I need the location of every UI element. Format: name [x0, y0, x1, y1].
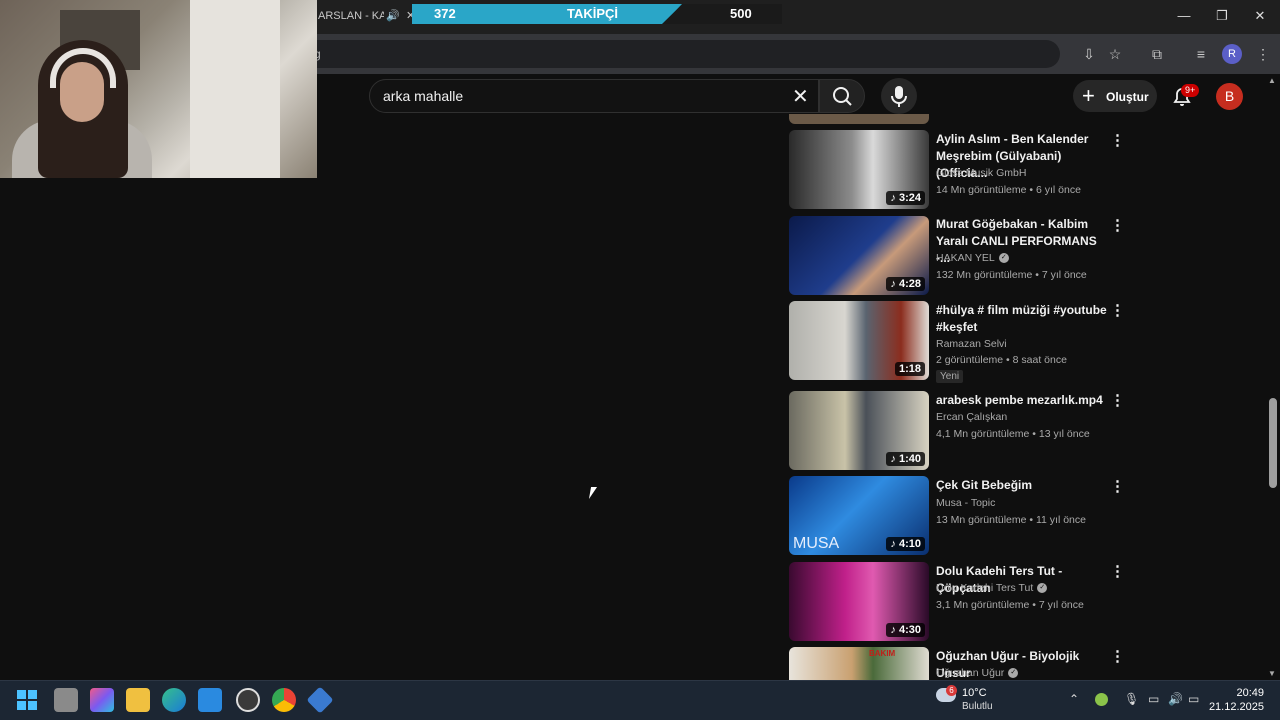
channel-name[interactable]: Ercan Çalışkan [936, 411, 1007, 423]
clear-search-icon[interactable]: ✕ [792, 84, 809, 109]
tray-overflow-icon[interactable]: ⌃ [1069, 692, 1079, 706]
restore-icon[interactable]: ❐ [1204, 6, 1240, 26]
verified-icon: ✓ [1008, 668, 1019, 679]
video-thumbnail[interactable]: 1:18 [789, 301, 929, 380]
more-actions-icon[interactable]: ⋮ [1110, 478, 1125, 496]
follower-label: TAKİPÇİ [567, 6, 619, 21]
channel-name[interactable]: Ramazan Selvi [936, 338, 1007, 350]
search-icon [833, 87, 852, 106]
video-duration: ♪ 4:30 [886, 623, 925, 637]
more-actions-icon[interactable]: ⋮ [1110, 392, 1125, 410]
extensions-icon[interactable]: ⧉ [1146, 43, 1168, 65]
video-thumbnail[interactable]: ♪ 4:30 [789, 562, 929, 641]
video-duration: ♪ 3:24 [886, 191, 925, 205]
file-explorer-icon[interactable] [126, 688, 150, 712]
create-button-label: Oluştur [1106, 90, 1149, 104]
video-thumbnail[interactable]: ♪ 1:40 [789, 391, 929, 470]
video-title[interactable]: arabesk pembe mezarlık.mp4 [936, 392, 1108, 409]
channel-name[interactable]: Oğuzhan Uğur ✓ [936, 667, 1019, 679]
user-avatar[interactable]: B [1216, 83, 1243, 110]
video-thumbnail[interactable]: ♪ 3:24 [789, 130, 929, 209]
plus-icon: + [1082, 83, 1095, 108]
video-duration: ♪ 4:10 [886, 537, 925, 551]
channel-name[interactable]: Musa - Topic [936, 497, 995, 509]
follower-current-count: 372 [434, 6, 456, 21]
more-actions-icon[interactable]: ⋮ [1110, 132, 1125, 150]
install-app-icon[interactable]: ⇩ [1078, 43, 1100, 65]
scroll-down-icon[interactable]: ▼ [1268, 669, 1276, 678]
video-thumbnail[interactable]: BAKIM [789, 647, 929, 680]
weather-badge: 6 [946, 685, 957, 696]
minimize-icon[interactable]: — [1166, 6, 1202, 26]
task-view-icon[interactable] [54, 688, 78, 712]
search-query-text: arka mahalle [383, 88, 464, 104]
clock-time[interactable]: 20:49 [1230, 687, 1264, 699]
scrollbar-thumb[interactable] [1269, 398, 1277, 488]
video-title[interactable]: Çek Git Bebeğim [936, 477, 1108, 494]
more-actions-icon[interactable]: ⋮ [1110, 563, 1125, 581]
taskbar [0, 680, 1280, 720]
search-button[interactable] [819, 79, 865, 113]
media-control-icon[interactable]: ≡ [1190, 43, 1212, 65]
channel-name[interactable]: HAKAN YEL ✓ [936, 252, 1009, 264]
chrome-icon[interactable] [272, 688, 296, 712]
new-badge: Yeni [936, 370, 964, 383]
video-meta: 13 Mn görüntüleme • 11 yıl önce [936, 514, 1086, 526]
address-bar[interactable] [300, 40, 1060, 68]
battery-icon[interactable]: ▭ [1188, 692, 1199, 706]
video-title[interactable]: #hülya # film müziği #youtube #keşfet [936, 302, 1108, 336]
thumbnail-text: MUSA [793, 535, 840, 552]
volume-icon[interactable]: 🔊 [1168, 692, 1183, 706]
clock-date[interactable]: 21.12.2025 [1204, 701, 1264, 713]
notification-count-badge: 9+ [1181, 84, 1200, 97]
microphone-tray-icon[interactable]: 🎙 [1124, 692, 1139, 706]
browser-menu-icon[interactable]: ⋮ [1252, 43, 1274, 65]
video-thumbnail[interactable]: ♪ 4:28 [789, 216, 929, 295]
video-duration: 1:18 [894, 362, 925, 376]
weather-description[interactable]: Bulutlu [962, 701, 993, 712]
video-duration: ♪ 1:40 [886, 452, 925, 466]
follower-goal-count: 500 [730, 6, 752, 21]
video-thumbnail[interactable]: MUSA ♪ 4:10 [789, 476, 929, 555]
more-actions-icon[interactable]: ⋮ [1110, 302, 1125, 320]
partial-thumbnail[interactable] [789, 114, 929, 124]
video-meta: 2 görüntüleme • 8 saat önce [936, 354, 1067, 366]
video-meta: 3,1 Mn görüntüleme • 7 yıl önce [936, 599, 1084, 611]
video-meta: 14 Mn görüntüleme • 6 yıl önce [936, 184, 1081, 196]
tab-title[interactable]: ARSLAN - KAR [318, 10, 384, 22]
obs-icon[interactable] [236, 688, 260, 712]
store-icon[interactable] [198, 688, 222, 712]
verified-icon: ✓ [998, 253, 1009, 264]
bookmark-star-icon[interactable]: ☆ [1104, 43, 1126, 65]
channel-name[interactable]: Gloss Musik GmbH [936, 167, 1026, 179]
microphone-icon [891, 86, 907, 107]
edge-icon[interactable] [162, 688, 186, 712]
browser-profile-avatar[interactable]: R [1222, 44, 1242, 64]
windows-start-icon[interactable] [16, 689, 38, 711]
scrollbar-track[interactable] [1266, 74, 1280, 680]
webcam-door [190, 0, 280, 178]
speaker-icon[interactable]: 🔊 [386, 9, 400, 22]
more-actions-icon[interactable]: ⋮ [1110, 648, 1125, 666]
webcam-overlay [0, 0, 317, 178]
follower-goal-overlay: 372 TAKİPÇİ 500 [412, 4, 782, 24]
tray-app-icon[interactable] [1095, 693, 1108, 706]
channel-name[interactable]: Dolu Kadehi Ters Tut ✓ [936, 582, 1048, 594]
video-duration: ♪ 4:28 [886, 277, 925, 291]
voice-search-button[interactable] [881, 78, 917, 114]
video-meta: 132 Mn görüntüleme • 7 yıl önce [936, 269, 1087, 281]
window-close-icon[interactable]: ✕ [1242, 6, 1278, 26]
scroll-up-icon[interactable]: ▲ [1268, 76, 1276, 85]
thumbnail-text: BAKIM [869, 649, 896, 658]
more-actions-icon[interactable]: ⋮ [1110, 217, 1125, 235]
copilot-icon[interactable] [90, 688, 114, 712]
weather-temperature[interactable]: 10°C [962, 687, 987, 699]
follower-goal-segment [662, 4, 782, 24]
verified-icon: ✓ [1037, 583, 1048, 594]
video-meta: 4,1 Mn görüntüleme • 13 yıl önce [936, 428, 1090, 440]
network-icon[interactable]: ▭ [1148, 692, 1159, 706]
mouse-cursor [588, 487, 598, 499]
